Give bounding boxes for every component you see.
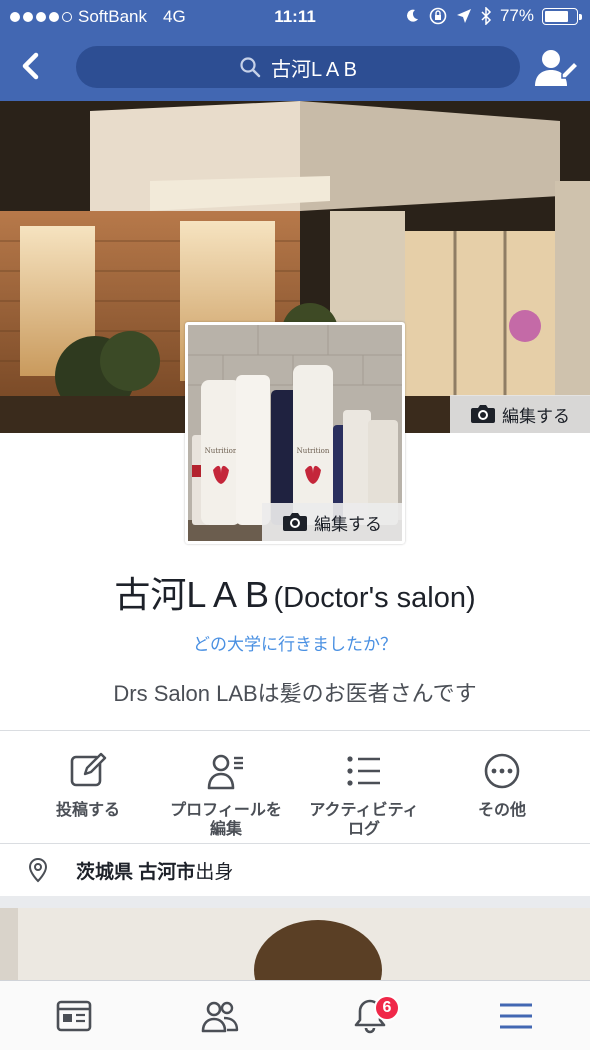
edit-profile-icon[interactable] (534, 44, 580, 90)
battery-fill (545, 10, 569, 22)
activity-log-label: アクティビティ ログ (309, 802, 419, 838)
edit-profile-icon (207, 754, 243, 790)
camera-icon (471, 405, 495, 423)
activity-log-icon (347, 756, 380, 786)
bio-text: Drs Salon LABは髪のお医者さんです (113, 681, 477, 706)
featured-photo[interactable] (0, 908, 590, 980)
section-separator (0, 896, 590, 908)
menu-icon (500, 1003, 532, 1029)
more-icon (484, 753, 520, 789)
bluetooth-icon (481, 7, 492, 25)
education-prompt-link[interactable]: どの大学に行きましたか？ (0, 630, 590, 655)
location-pin-icon (28, 857, 48, 883)
hometown-text: 茨城県 古河市出身 (76, 857, 233, 884)
status-bar: SoftBank 4G 11:11 77% (0, 0, 590, 34)
chevron-left-icon[interactable] (14, 48, 50, 84)
top-bar: SoftBank 4G 11:11 77% 古河L A B (0, 0, 590, 101)
compose-post-button[interactable]: 投稿する (18, 751, 158, 820)
moon-icon (406, 9, 418, 22)
camera-icon (283, 513, 307, 531)
search-icon (240, 57, 261, 78)
navigation-bar: 古河L A B (0, 34, 590, 101)
hometown-prefecture: 茨城県 (76, 861, 134, 883)
cover-edit-button[interactable]: 編集する (450, 395, 590, 433)
more-button[interactable]: その他 (432, 751, 572, 820)
edit-profile-button[interactable]: プロフィールを 編集 (156, 751, 296, 839)
compose-icon (70, 752, 107, 787)
location-arrow-icon (456, 9, 471, 23)
activity-log-button[interactable]: アクティビティ ログ (294, 751, 434, 839)
alternate-name: (Doctor's salon) (273, 582, 476, 614)
hometown-suffix: 出身 (195, 861, 234, 883)
tab-news-feed[interactable] (44, 993, 104, 1039)
profile-actions: 投稿する プロフィールを 編集 アクティビティ ログ その他 (0, 731, 590, 843)
tab-menu[interactable] (486, 993, 546, 1039)
featured-photo-image (0, 908, 590, 980)
rotation-lock-icon (429, 7, 447, 25)
svg-text:Nutrition: Nutrition (297, 447, 330, 455)
hometown-row[interactable]: 茨城県 古河市出身 (0, 844, 590, 896)
page-title: 古河L A B (114, 574, 270, 615)
search-query: 古河L A B (271, 58, 357, 81)
news-feed-icon (56, 1000, 92, 1032)
search-bar[interactable]: 古河L A B (76, 46, 520, 88)
profile-picture-edit-button[interactable]: 編集する (262, 503, 402, 541)
profile-picture[interactable]: Nutrition Nutrition 編集する (185, 322, 405, 544)
compose-post-label: 投稿する (55, 802, 120, 819)
bottom-tab-bar (0, 980, 590, 1050)
battery-percent: 77% (499, 6, 534, 25)
notification-badge: 6 (374, 995, 400, 1021)
hometown-city: 古河市 (138, 861, 196, 883)
tab-friends[interactable] (190, 993, 250, 1039)
cover-edit-label: 編集する (502, 406, 570, 426)
edit-profile-label: プロフィールを 編集 (170, 802, 282, 838)
profile-image: Nutrition Nutrition 編集する (188, 325, 402, 541)
battery-icon (542, 7, 582, 25)
profile-picture-edit-label: 編集する (314, 514, 382, 534)
svg-text:Nutrition: Nutrition (205, 447, 238, 455)
more-label: その他 (477, 802, 526, 819)
friends-icon (201, 1001, 239, 1033)
profile-name: 古河L A B (Doctor's salon) (0, 566, 590, 618)
